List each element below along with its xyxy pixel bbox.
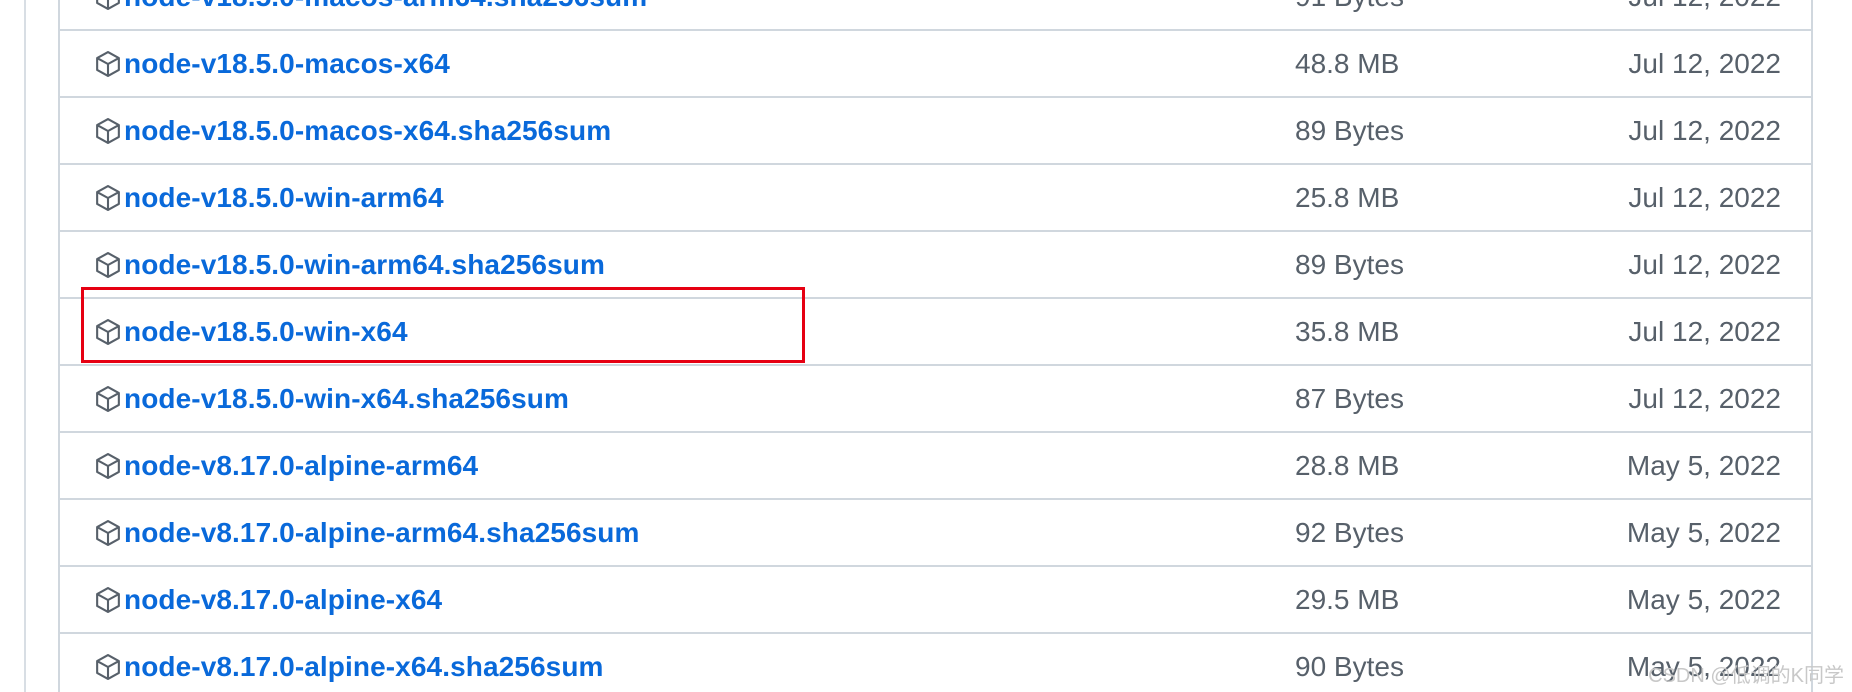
asset-size: 92 Bytes <box>1295 517 1404 548</box>
asset-name-wrap: node-v8.17.0-alpine-arm64 <box>94 433 478 498</box>
asset-size: 90 Bytes <box>1295 651 1404 682</box>
package-icon <box>94 117 122 145</box>
package-icon <box>94 184 122 212</box>
package-icon <box>94 452 122 480</box>
asset-date: Jul 12, 2022 <box>1628 182 1781 213</box>
asset-row: node-v8.17.0-alpine-arm64 28.8 MB May 5,… <box>60 431 1811 498</box>
release-assets-page: node-v18.5.0-macos-arm64.sha256sum 91 By… <box>0 0 1852 692</box>
asset-link[interactable]: node-v18.5.0-macos-x64 <box>124 48 450 80</box>
asset-name-wrap: node-v18.5.0-win-arm64.sha256sum <box>94 232 605 297</box>
package-icon <box>94 385 122 413</box>
asset-link[interactable]: node-v8.17.0-alpine-x64.sha256sum <box>124 651 604 683</box>
asset-name-wrap: node-v18.5.0-macos-x64.sha256sum <box>94 98 611 163</box>
asset-link[interactable]: node-v18.5.0-win-x64.sha256sum <box>124 383 569 415</box>
asset-link[interactable]: node-v18.5.0-macos-x64.sha256sum <box>124 115 611 147</box>
asset-size: 87 Bytes <box>1295 383 1404 414</box>
asset-name-wrap: node-v18.5.0-win-x64.sha256sum <box>94 366 569 431</box>
asset-link[interactable]: node-v8.17.0-alpine-arm64 <box>124 450 478 482</box>
asset-size: 35.8 MB <box>1295 316 1400 347</box>
package-icon <box>94 586 122 614</box>
asset-row: node-v18.5.0-win-arm64 25.8 MB Jul 12, 2… <box>60 163 1811 230</box>
asset-name-wrap: node-v8.17.0-alpine-arm64.sha256sum <box>94 500 640 565</box>
asset-name-wrap: node-v8.17.0-alpine-x64 <box>94 567 442 632</box>
asset-size: 48.8 MB <box>1295 48 1400 79</box>
asset-size: 89 Bytes <box>1295 115 1404 146</box>
asset-date: Jul 12, 2022 <box>1628 249 1781 280</box>
asset-link[interactable]: node-v8.17.0-alpine-arm64.sha256sum <box>124 517 640 549</box>
package-icon <box>94 0 122 11</box>
asset-list: node-v18.5.0-macos-arm64.sha256sum 91 By… <box>58 0 1813 692</box>
asset-date: Jul 12, 2022 <box>1628 48 1781 79</box>
asset-row-highlighted: node-v18.5.0-win-x64 35.8 MB Jul 12, 202… <box>60 297 1811 364</box>
asset-row: node-v8.17.0-alpine-arm64.sha256sum 92 B… <box>60 498 1811 565</box>
asset-size: 28.8 MB <box>1295 450 1400 481</box>
asset-date: Jul 12, 2022 <box>1628 0 1781 29</box>
asset-date: May 5, 2022 <box>1626 584 1781 615</box>
asset-row: node-v18.5.0-win-x64.sha256sum 87 Bytes … <box>60 364 1811 431</box>
package-icon <box>94 50 122 78</box>
asset-link[interactable]: node-v18.5.0-macos-arm64.sha256sum <box>124 0 647 13</box>
asset-link[interactable]: node-v8.17.0-alpine-x64 <box>124 584 442 616</box>
asset-row: node-v18.5.0-macos-x64 48.8 MB Jul 12, 2… <box>60 29 1811 96</box>
package-icon <box>94 653 122 681</box>
watermark: CSDN @低调的K同学 <box>1648 665 1844 687</box>
asset-name-wrap: node-v18.5.0-win-arm64 <box>94 165 444 230</box>
asset-name-wrap: node-v8.17.0-alpine-x64.sha256sum <box>94 634 604 692</box>
asset-row: node-v18.5.0-win-arm64.sha256sum 89 Byte… <box>60 230 1811 297</box>
asset-date: May 5, 2022 <box>1626 517 1781 548</box>
package-icon <box>94 318 122 346</box>
package-icon <box>94 519 122 547</box>
package-icon <box>94 251 122 279</box>
asset-size: 25.8 MB <box>1295 182 1400 213</box>
asset-row: node-v8.17.0-alpine-x64 29.5 MB May 5, 2… <box>60 565 1811 632</box>
asset-size: 29.5 MB <box>1295 584 1400 615</box>
asset-date: Jul 12, 2022 <box>1628 316 1781 347</box>
asset-link[interactable]: node-v18.5.0-win-arm64.sha256sum <box>124 249 605 281</box>
asset-link[interactable]: node-v18.5.0-win-x64 <box>124 316 408 348</box>
asset-size: 91 Bytes <box>1295 0 1404 29</box>
asset-date: Jul 12, 2022 <box>1628 383 1781 414</box>
asset-row: node-v18.5.0-macos-x64.sha256sum 89 Byte… <box>60 96 1811 163</box>
asset-row: node-v8.17.0-alpine-x64.sha256sum 90 Byt… <box>60 632 1811 692</box>
container-border <box>24 0 26 692</box>
asset-date: May 5, 2022 <box>1626 450 1781 481</box>
asset-row: node-v18.5.0-macos-arm64.sha256sum 91 By… <box>60 0 1811 29</box>
asset-name-wrap: node-v18.5.0-win-x64 <box>94 299 408 364</box>
asset-date: Jul 12, 2022 <box>1628 115 1781 146</box>
asset-link[interactable]: node-v18.5.0-win-arm64 <box>124 182 444 214</box>
asset-size: 89 Bytes <box>1295 249 1404 280</box>
asset-name-wrap: node-v18.5.0-macos-x64 <box>94 31 450 96</box>
asset-name-wrap: node-v18.5.0-macos-arm64.sha256sum <box>94 0 647 29</box>
